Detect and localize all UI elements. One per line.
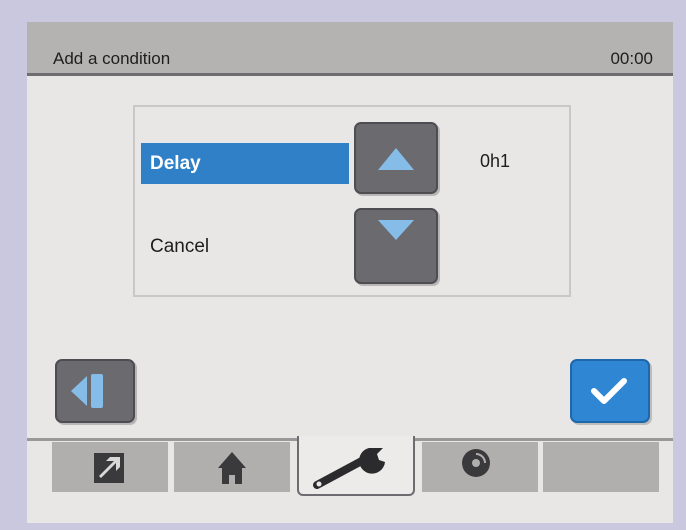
- disc-icon: [462, 449, 490, 477]
- tab-shortcut[interactable]: [52, 442, 168, 492]
- check-icon: [591, 378, 627, 404]
- page-title: Add a condition: [53, 49, 171, 68]
- tab-home[interactable]: [174, 442, 290, 492]
- condition-panel: Delay Cancel 0h1: [133, 105, 571, 297]
- wrench-icon: [313, 448, 385, 489]
- tab-empty[interactable]: [543, 442, 659, 492]
- decrement-button[interactable]: [354, 208, 438, 284]
- tab-disc[interactable]: [422, 442, 538, 492]
- down-arrow-icon: [378, 220, 414, 240]
- option-cancel[interactable]: Cancel: [141, 226, 349, 267]
- back-icon: [71, 374, 103, 408]
- back-button[interactable]: [55, 359, 135, 423]
- option-label: Delay: [150, 153, 201, 174]
- option-delay[interactable]: Delay: [141, 143, 349, 184]
- clock: 00:00: [610, 49, 653, 68]
- tab-settings[interactable]: [297, 436, 415, 496]
- option-label: Cancel: [150, 236, 210, 257]
- delay-value: 0h1: [480, 151, 511, 171]
- increment-button[interactable]: [354, 122, 438, 194]
- screen: Add a condition 00:00 Delay Cancel 0h1: [27, 22, 673, 523]
- confirm-button[interactable]: [570, 359, 650, 423]
- shortcut-arrow-icon: [94, 453, 124, 483]
- home-icon: [218, 452, 246, 484]
- title-bar: Add a condition 00:00: [27, 22, 673, 76]
- up-arrow-icon: [378, 148, 414, 170]
